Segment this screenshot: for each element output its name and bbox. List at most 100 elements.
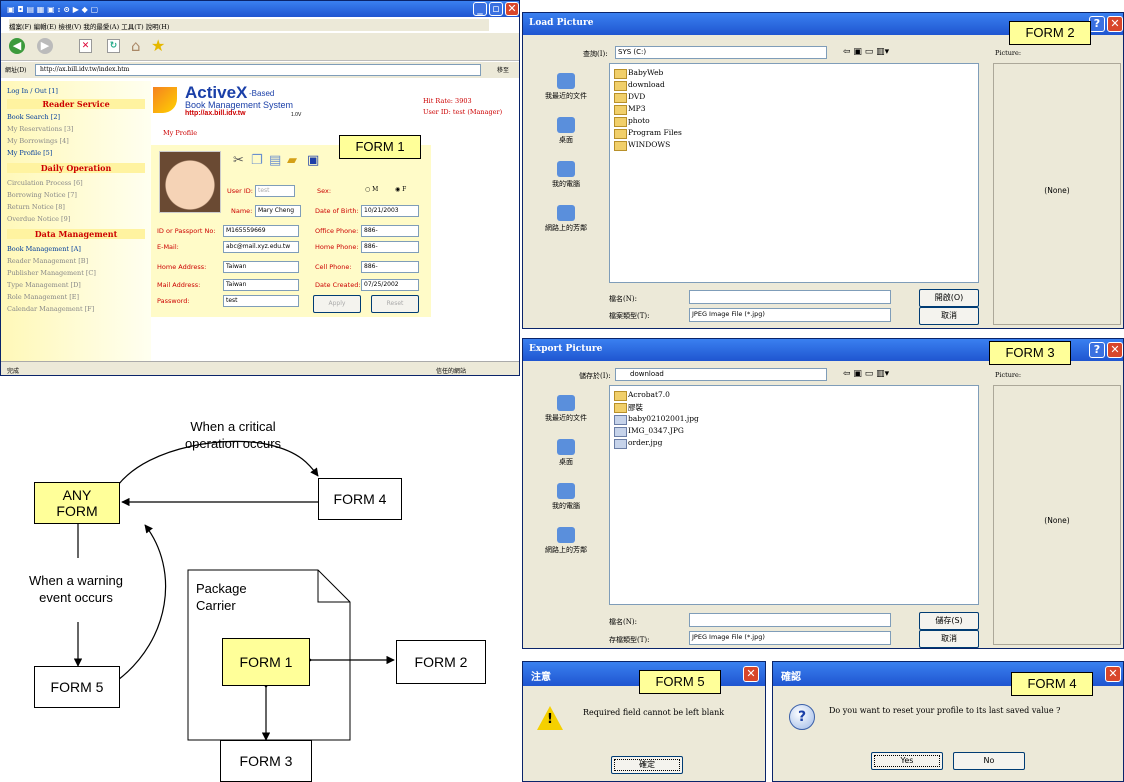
date-created-field[interactable]: 07/25/2002 <box>361 279 419 291</box>
cancel-button[interactable]: 取消 <box>919 630 979 648</box>
back-icon[interactable]: ◀ <box>9 38 25 54</box>
picture-preview: (None) <box>993 385 1121 645</box>
go-button[interactable]: 移至 <box>487 65 509 74</box>
sidebar-item-overdue-notice[interactable]: Overdue Notice [9] <box>7 215 70 223</box>
cell-phone-field[interactable]: 886- <box>361 261 419 273</box>
sex-radio-f[interactable]: ◉ F <box>395 186 406 193</box>
id-field[interactable]: M165559669 <box>223 225 299 237</box>
nav-icons[interactable]: ⇦ ▣ ▭ ▥▾ <box>843 47 889 57</box>
minimize-button[interactable]: _ <box>473 2 487 16</box>
help-button[interactable]: ? <box>1089 16 1105 32</box>
sidebar-item-return-notice[interactable]: Return Notice [8] <box>7 203 65 211</box>
look-in-select[interactable]: SYS (C:) <box>615 46 827 59</box>
home-phone-field[interactable]: 886- <box>361 241 419 253</box>
close-button[interactable]: ✕ <box>1107 342 1123 358</box>
file-item[interactable]: WINDOWS <box>614 140 670 151</box>
mail-address-field[interactable]: Taiwan <box>223 279 299 291</box>
recent-documents-icon[interactable]: 我最近的文件 <box>545 73 587 101</box>
apply-button[interactable]: Apply <box>313 295 361 313</box>
save-button[interactable]: 儲存(S) <box>919 612 979 630</box>
home-address-field[interactable]: Taiwan <box>223 261 299 273</box>
file-item[interactable]: Program Files <box>614 128 682 139</box>
filename-input[interactable] <box>689 290 891 304</box>
user-id-field[interactable]: test <box>255 185 295 197</box>
sidebar-item-type-management[interactable]: Type Management [D] <box>7 281 81 289</box>
file-list[interactable]: BabyWeb download DVD MP3 photo Program F… <box>609 63 979 283</box>
file-list[interactable]: Acrobat7.0 膠裝 baby02102001.jpg IMG_0347.… <box>609 385 979 605</box>
network-icon[interactable]: 網路上的芳鄰 <box>545 205 587 233</box>
cancel-button[interactable]: 取消 <box>919 307 979 325</box>
sex-radio-m[interactable]: ○ M <box>365 186 378 193</box>
recent-documents-icon[interactable]: 我最近的文件 <box>545 395 587 423</box>
sidebar-item-book-search[interactable]: Book Search [2] <box>7 113 60 121</box>
help-button[interactable]: ? <box>1089 342 1105 358</box>
address-input[interactable]: http://ax.bill.idv.tw/index.htm <box>35 64 481 76</box>
sidebar-item-publisher-management[interactable]: Publisher Management [C] <box>7 269 96 277</box>
dob-select[interactable]: 10/21/2003 <box>361 205 419 217</box>
no-button[interactable]: No <box>953 752 1025 770</box>
email-field[interactable]: abc@mail.xyz.edu.tw <box>223 241 299 253</box>
refresh-icon[interactable]: ↻ <box>107 39 120 53</box>
sidebar-item-role-management[interactable]: Role Management [E] <box>7 293 79 301</box>
sidebar-item-calendar-management[interactable]: Calendar Management [F] <box>7 305 94 313</box>
desktop-icon[interactable]: 桌面 <box>545 439 587 467</box>
file-item[interactable]: DVD <box>614 92 645 103</box>
open-folder-icon[interactable]: ▰ <box>287 153 297 168</box>
file-item[interactable]: IMG_0347.JPG <box>614 426 684 437</box>
file-item[interactable]: baby02102001.jpg <box>614 414 699 425</box>
my-computer-icon[interactable]: 我的電腦 <box>545 483 587 511</box>
open-button[interactable]: 開啟(O) <box>919 289 979 307</box>
file-item[interactable]: download <box>614 80 665 91</box>
file-item[interactable]: MP3 <box>614 104 646 115</box>
close-button[interactable]: ✕ <box>1107 16 1123 32</box>
my-computer-icon[interactable]: 我的電腦 <box>545 161 587 189</box>
maximize-button[interactable]: ▫ <box>489 2 503 16</box>
paste-icon[interactable]: ▤ <box>269 153 281 168</box>
desktop-icon[interactable]: 桌面 <box>545 117 587 145</box>
save-in-select[interactable]: download <box>615 368 827 381</box>
sidebar-item-circulation[interactable]: Circulation Process [6] <box>7 179 83 187</box>
cut-icon[interactable]: ✂ <box>233 153 244 168</box>
file-item[interactable]: Acrobat7.0 <box>614 390 670 401</box>
home-icon[interactable]: ⌂ <box>131 37 141 55</box>
stop-icon[interactable]: ✕ <box>79 39 92 53</box>
home-phone-label: Home Phone: <box>315 243 359 251</box>
favorites-star-icon[interactable]: ★ <box>151 36 165 55</box>
sidebar-item-reader-management[interactable]: Reader Management [B] <box>7 257 88 265</box>
name-field[interactable]: Mary Cheng <box>255 205 301 217</box>
file-item[interactable]: order.jpg <box>614 438 662 449</box>
password-label: Password: <box>157 297 190 305</box>
sidebar-login[interactable]: Log In / Out [1] <box>7 87 58 95</box>
save-disk-icon[interactable]: ▣ <box>307 153 319 168</box>
file-item[interactable]: BabyWeb <box>614 68 663 79</box>
file-item[interactable]: 膠裝 <box>614 402 643 413</box>
filename-input[interactable] <box>689 613 891 627</box>
sidebar-item-my-reservations[interactable]: My Reservations [3] <box>7 125 73 133</box>
profile-panel: ✂ ❐ ▤ ▰ ▣ User ID: test Sex: ○ M ◉ F Nam… <box>151 145 431 317</box>
form2-node: FORM 2 <box>396 640 486 684</box>
form5-tag: FORM 5 <box>639 670 721 694</box>
sidebar-item-my-borrowings[interactable]: My Borrowings [4] <box>7 137 69 145</box>
reset-button[interactable]: Reset <box>371 295 419 313</box>
nav-icons[interactable]: ⇦ ▣ ▭ ▥▾ <box>843 369 889 379</box>
form2-tag: FORM 2 <box>1009 21 1091 45</box>
sidebar-item-borrowing-notice[interactable]: Borrowing Notice [7] <box>7 191 77 199</box>
office-phone-field[interactable]: 886- <box>361 225 419 237</box>
close-button[interactable]: ✕ <box>505 2 519 16</box>
browser-menu-bar[interactable]: 檔案(F) 編輯(E) 檢視(V) 我的最愛(A) 工具(T) 說明(H) <box>9 19 489 31</box>
logo-subtitle: Book Management System <box>185 100 294 110</box>
yes-button[interactable]: Yes <box>871 752 943 770</box>
close-button[interactable]: ✕ <box>1105 666 1121 682</box>
copy-icon[interactable]: ❐ <box>251 153 263 168</box>
form1-browser-window: ▣ ◘ ▤ ▦ ▣ : ⊙ ▶ ◆ ▢ _ ▫ ✕ 檔案(F) 編輯(E) 檢視… <box>0 0 520 376</box>
password-field[interactable]: test <box>223 295 299 307</box>
filetype-select[interactable]: JPEG Image File (*.jpg) <box>689 308 891 322</box>
close-button[interactable]: ✕ <box>743 666 759 682</box>
sidebar-item-my-profile[interactable]: My Profile [5] <box>7 149 52 157</box>
file-item[interactable]: photo <box>614 116 650 127</box>
forward-icon[interactable]: ▶ <box>37 38 53 54</box>
sidebar-item-book-management[interactable]: Book Management [A] <box>7 245 81 253</box>
ok-button[interactable]: 確定 <box>611 756 683 774</box>
network-icon[interactable]: 網路上的芳鄰 <box>545 527 587 555</box>
filetype-select[interactable]: JPEG Image File (*.jpg) <box>689 631 891 645</box>
